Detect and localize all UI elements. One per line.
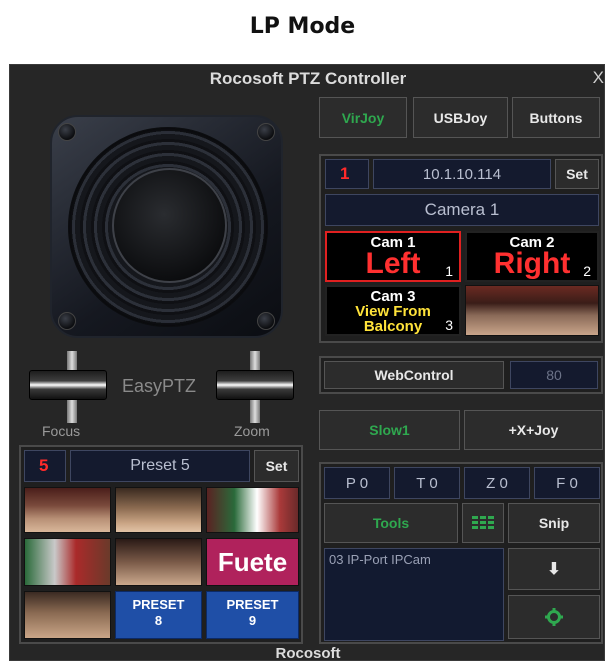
download-button[interactable]: ⬇: [508, 548, 600, 590]
camera-set-button[interactable]: Set: [555, 159, 599, 189]
joy-mode-button[interactable]: +X+Joy: [464, 410, 603, 450]
grid-icon: [472, 516, 494, 529]
preset-thumbnail-4[interactable]: [24, 538, 111, 586]
joystick-corner-screw: [257, 312, 275, 330]
preset-fuete-button[interactable]: Fuete: [206, 538, 299, 586]
focus-label: Focus: [42, 423, 81, 439]
joystick-knob[interactable]: [112, 168, 227, 283]
webcontrol-panel: WebControl 80: [319, 356, 603, 394]
tilt-value: T 0: [394, 467, 460, 499]
virtual-joystick[interactable]: [50, 115, 283, 338]
tab-buttons[interactable]: Buttons: [512, 97, 600, 138]
ptz-controller-window: Rocosoft PTZ Controller X EasyPTZ Focus …: [9, 64, 605, 661]
joystick-corner-screw: [257, 123, 275, 141]
gear-icon: [545, 608, 563, 626]
preset-thumbnail-5[interactable]: [115, 538, 202, 586]
camera-ip-field[interactable]: 10.1.10.114: [373, 159, 551, 189]
cam3-button[interactable]: Cam 3 View From Balcony 3: [325, 285, 461, 336]
webcontrol-value[interactable]: 80: [510, 361, 598, 389]
preset-thumbnail-2[interactable]: [115, 487, 202, 533]
preset-thumbnail-1[interactable]: [24, 487, 111, 533]
tab-virjoy[interactable]: VirJoy: [319, 97, 407, 138]
camera-name-field[interactable]: Camera 1: [325, 194, 599, 226]
cam3-label-line2: Balcony: [363, 318, 423, 335]
window-title: Rocosoft PTZ Controller: [209, 69, 407, 88]
preset-9-button[interactable]: PRESET 9: [206, 591, 299, 639]
preset-8-button[interactable]: PRESET 8: [115, 591, 202, 639]
preset-thumbnail-3[interactable]: [206, 487, 299, 533]
preset-8-label: PRESET: [132, 597, 185, 612]
joystick-corner-screw: [58, 312, 76, 330]
cam3-label-line1: View From: [355, 303, 431, 320]
preset-9-number: 9: [248, 613, 257, 628]
preset-name-field[interactable]: Preset 5: [70, 450, 250, 482]
tools-button[interactable]: Tools: [324, 503, 458, 543]
zoom-value: Z 0: [464, 467, 530, 499]
zoom-label: Zoom: [234, 423, 270, 439]
webcontrol-button[interactable]: WebControl: [324, 361, 504, 389]
page-heading: LP Mode: [249, 14, 356, 39]
camera-number: 1: [325, 159, 369, 189]
snip-button[interactable]: Snip: [508, 503, 600, 543]
grid-view-button[interactable]: [462, 503, 504, 543]
cam2-label: Right: [493, 247, 571, 280]
cam2-button[interactable]: Cam 2 Right 2: [465, 231, 599, 282]
focus-value: F 0: [534, 467, 600, 499]
settings-button[interactable]: [508, 595, 600, 639]
focus-slider-handle[interactable]: [29, 370, 107, 400]
preset-panel: 5 Preset 5 Set Fuete PRESET 8 PRESET 9: [19, 445, 303, 644]
cam1-label: Left: [365, 247, 421, 280]
cam3-title: Cam 3: [370, 288, 416, 305]
cam1-number: 1: [445, 263, 453, 279]
tab-usbjoy[interactable]: USBJoy: [413, 97, 508, 138]
joystick-corner-screw: [58, 123, 76, 141]
pan-value: P 0: [324, 467, 390, 499]
preset-number: 5: [24, 450, 66, 482]
cam3-number: 3: [445, 317, 453, 333]
zoom-slider-handle[interactable]: [216, 370, 294, 400]
camera-panel: 1 10.1.10.114 Set Camera 1 Cam 1 Left 1 …: [319, 154, 603, 343]
close-button[interactable]: X: [593, 68, 604, 88]
slow-speed-button[interactable]: Slow1: [319, 410, 460, 450]
preset-thumbnail-7[interactable]: [24, 591, 111, 639]
preset-9-label: PRESET: [226, 597, 279, 612]
cam2-number: 2: [583, 263, 591, 279]
cam4-preview-thumbnail[interactable]: [465, 285, 599, 336]
tools-panel: P 0 T 0 Z 0 F 0 Tools Snip 03 IP-Port IP…: [319, 462, 603, 644]
log-area[interactable]: 03 IP-Port IPCam: [324, 548, 504, 641]
preset-8-number: 8: [154, 613, 163, 628]
footer-label: Rocosoft: [275, 645, 341, 661]
cam1-button[interactable]: Cam 1 Left 1: [325, 231, 461, 282]
title-bar: Rocosoft PTZ Controller X: [10, 65, 605, 93]
preset-set-button[interactable]: Set: [254, 450, 299, 482]
easyptz-label: EasyPTZ: [122, 376, 197, 396]
